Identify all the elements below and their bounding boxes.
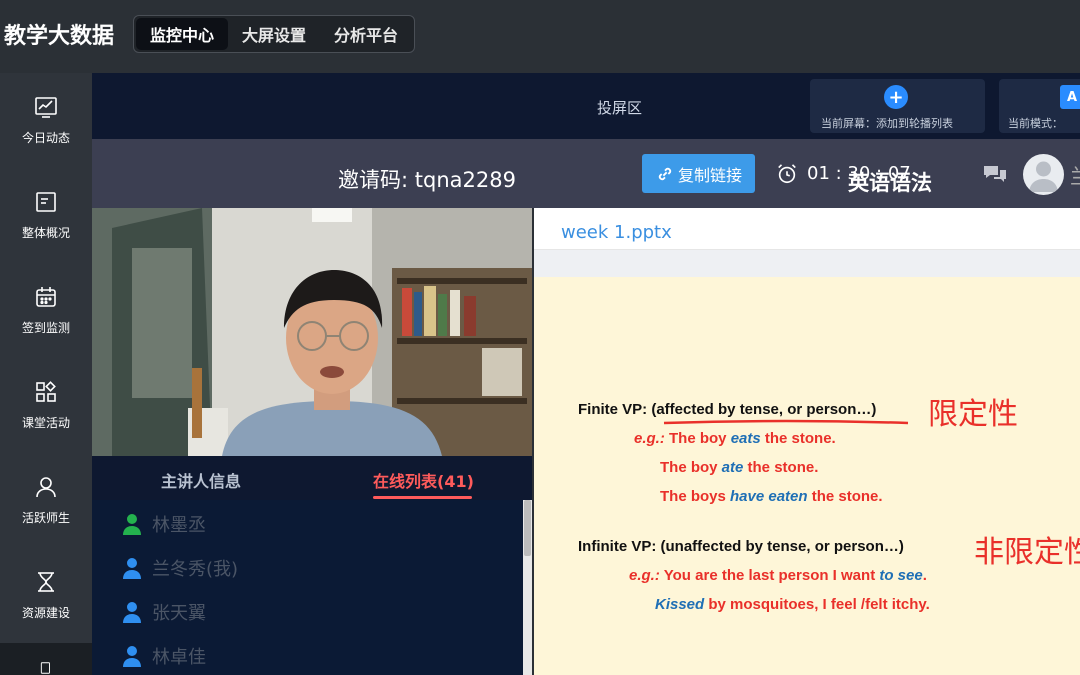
sidebar-item-label: 签到监测 xyxy=(21,321,70,335)
user-icon xyxy=(123,558,141,579)
document-icon xyxy=(36,192,56,212)
calendar-icon xyxy=(36,287,56,307)
slide-line-finite: Finite VP: (affected by tense, or person… xyxy=(578,401,877,418)
sidebar-item-today[interactable]: 今日动态 xyxy=(0,73,92,168)
sidebar-item-label: 资源建设 xyxy=(21,606,70,620)
slide-content: Finite VP: (affected by tense, or person… xyxy=(534,277,1080,675)
sidebar-item-overview[interactable]: 整体概况 xyxy=(0,168,92,263)
tab-analysis-platform[interactable]: 分析平台 xyxy=(320,18,412,50)
course-title: 英语语法 xyxy=(848,171,932,195)
sidebar-item-label: 整体概况 xyxy=(21,226,70,240)
app-title: 教学大数据 xyxy=(4,24,115,49)
default-avatar-icon xyxy=(1029,161,1058,192)
slide-example-1: e.g.: The boy eats the stone. xyxy=(634,430,836,447)
grid-apps-icon xyxy=(36,381,56,402)
copy-link-button[interactable]: 复制链接 xyxy=(642,154,755,193)
add-to-carousel-card[interactable]: + 当前屏幕：添加到轮播列表 xyxy=(810,79,985,133)
slide-example-4: e.g.: You are the last person I want to … xyxy=(629,567,927,584)
current-mode-label: 当前模式： xyxy=(1008,117,1063,130)
projection-header: 投屏区 + 当前屏幕：添加到轮播列表 A 当前模式： xyxy=(92,73,1080,139)
person-name: 兰冬秀(我) xyxy=(152,559,239,580)
slide-example-3: The boys have eaten the stone. xyxy=(660,488,883,505)
user-icon xyxy=(123,646,141,667)
user-icon xyxy=(123,602,141,623)
edit-document-icon xyxy=(40,662,50,674)
tab-monitor-center[interactable]: 监控中心 xyxy=(136,18,229,50)
slide-cn-infinite: 非限定性 xyxy=(974,535,1080,570)
slide-line-infinite: Infinite VP: (unaffected by tense, or pe… xyxy=(578,538,904,555)
add-to-carousel-label: 当前屏幕：添加到轮播列表 xyxy=(821,117,953,130)
meeting-bar: 邀请码: tqna2289 复制链接 01 : 30 : 07 英语语法 兰 xyxy=(92,139,1080,208)
projection-title: 投屏区 xyxy=(597,99,643,117)
invite-code: 邀请码: tqna2289 xyxy=(338,168,516,192)
sidebar-item-checkin[interactable]: 签到监测 xyxy=(0,263,92,358)
tab-screen-settings[interactable]: 大屏设置 xyxy=(228,18,320,50)
mode-a-icon: A xyxy=(1060,85,1080,109)
current-mode-card[interactable]: A 当前模式： xyxy=(999,79,1080,133)
list-item[interactable]: 林墨丞 xyxy=(122,512,206,536)
link-icon xyxy=(658,167,672,180)
slide-example-5: Kissed by mosquitoes, I feel /felt itchy… xyxy=(655,596,930,613)
tab-online-list[interactable]: 在线列表(41) xyxy=(373,468,474,492)
presenter-video-frame xyxy=(92,208,532,456)
panel-tabs: 主讲人信息 在线列表(41) xyxy=(92,456,532,500)
top-bar: 教学大数据 监控中心 大屏设置 分析平台 xyxy=(0,0,1080,73)
scrollbar-thumb[interactable] xyxy=(524,500,531,556)
person-name: 张天翼 xyxy=(152,603,206,624)
online-list: 林墨丞 兰冬秀(我) 张天翼 林卓佳 xyxy=(92,500,532,675)
avatar[interactable] xyxy=(1023,154,1064,195)
person-name: 林卓佳 xyxy=(152,647,206,668)
active-tab-indicator xyxy=(373,496,472,499)
chart-line-icon xyxy=(35,97,57,118)
slide-cn-finite: 限定性 xyxy=(928,397,1018,432)
online-list-scrollbar[interactable] xyxy=(523,500,532,675)
user-icon xyxy=(123,514,141,535)
sidebar-item-current[interactable] xyxy=(0,643,92,675)
top-nav: 监控中心 大屏设置 分析平台 xyxy=(133,15,416,53)
tab-host-info[interactable]: 主讲人信息 xyxy=(161,468,241,492)
list-item[interactable]: 林卓佳 xyxy=(122,644,206,668)
document-bar: week 1.pptx xyxy=(534,208,1080,250)
user-icon xyxy=(36,477,56,498)
sidebar-item-label: 今日动态 xyxy=(21,131,70,145)
sidebar-item-label: 活跃师生 xyxy=(21,511,70,525)
user-name-partial: 兰 xyxy=(1070,161,1080,191)
presenter-video xyxy=(92,208,532,456)
list-item[interactable]: 张天翼 xyxy=(122,600,206,624)
person-name: 林墨丞 xyxy=(152,515,206,536)
sidebar: 今日动态 整体概况 签到监测 课堂活动 活跃师生 资源建设 xyxy=(0,73,92,675)
hourglass-icon xyxy=(38,572,54,592)
underline-mark xyxy=(663,419,909,425)
sidebar-item-label: 课堂活动 xyxy=(21,416,70,430)
list-item[interactable]: 兰冬秀(我) xyxy=(122,556,238,580)
alarm-clock-icon xyxy=(778,164,796,184)
copy-link-label: 复制链接 xyxy=(677,165,742,185)
document-name[interactable]: week 1.pptx xyxy=(561,222,672,243)
sidebar-item-active-users[interactable]: 活跃师生 xyxy=(0,453,92,548)
slide-example-2: The boy ate the stone. xyxy=(660,459,819,476)
sidebar-item-resources[interactable]: 资源建设 xyxy=(0,548,92,643)
sidebar-item-class-activity[interactable]: 课堂活动 xyxy=(0,358,92,453)
chat-bubbles-icon[interactable] xyxy=(982,162,1008,186)
document-toolbar-gap xyxy=(534,250,1080,277)
plus-icon: + xyxy=(884,85,908,109)
